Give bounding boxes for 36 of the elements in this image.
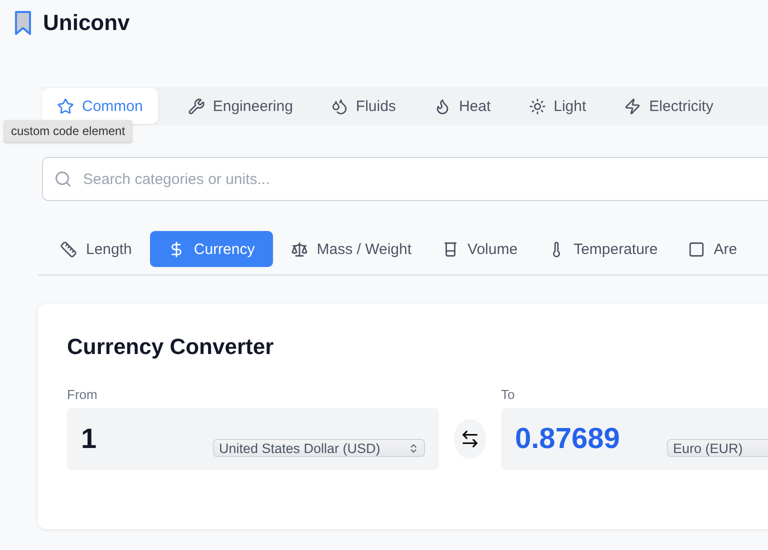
category-tab[interactable]: Engineering (172, 88, 308, 124)
wrench-icon (188, 98, 205, 114)
lightning-icon (624, 98, 642, 114)
ruler-icon (60, 240, 77, 258)
category-tab[interactable]: Electricity (609, 88, 728, 124)
search-icon (54, 170, 72, 188)
unit-select[interactable]: Euro (EUR) (667, 439, 768, 457)
search-field[interactable]: Search categories or units... (42, 157, 768, 201)
bookmark-logo-icon (13, 10, 33, 36)
category-tab[interactable]: Common (42, 88, 158, 124)
square-icon (688, 240, 705, 258)
swap-button[interactable] (454, 419, 486, 459)
category-tab[interactable]: Fluids (316, 88, 411, 124)
star-icon (57, 98, 74, 114)
unit-tab[interactable]: Mass / Weight (278, 231, 424, 267)
unit-tab[interactable]: Are (676, 231, 750, 267)
unit-tab[interactable]: Temperature (536, 231, 670, 267)
unit-tab[interactable]: Volume (430, 231, 530, 267)
unit-select[interactable]: United States Dollar (USD) (213, 439, 425, 457)
swap-arrows-icon (460, 429, 480, 449)
amount-field[interactable]: 1 United States Dollar (USD) (67, 408, 439, 470)
category-tab[interactable]: Heat (418, 88, 506, 124)
field-label: From (67, 387, 98, 402)
result-value: 0.87689 (515, 422, 620, 456)
drops-icon (330, 98, 348, 114)
unit-tab[interactable]: Currency (150, 231, 273, 267)
beaker-icon (442, 240, 459, 258)
tooltip: custom code element (4, 120, 132, 142)
sun-icon (528, 98, 546, 114)
scale-icon (290, 240, 308, 258)
category-tab[interactable]: Light (514, 88, 602, 124)
app-title: Uniconv (43, 10, 130, 36)
field-label: To (501, 387, 516, 402)
unit-tab[interactable]: Length (48, 231, 144, 267)
card-title: Currency Converter (67, 334, 275, 360)
chevron-icon (408, 442, 419, 454)
